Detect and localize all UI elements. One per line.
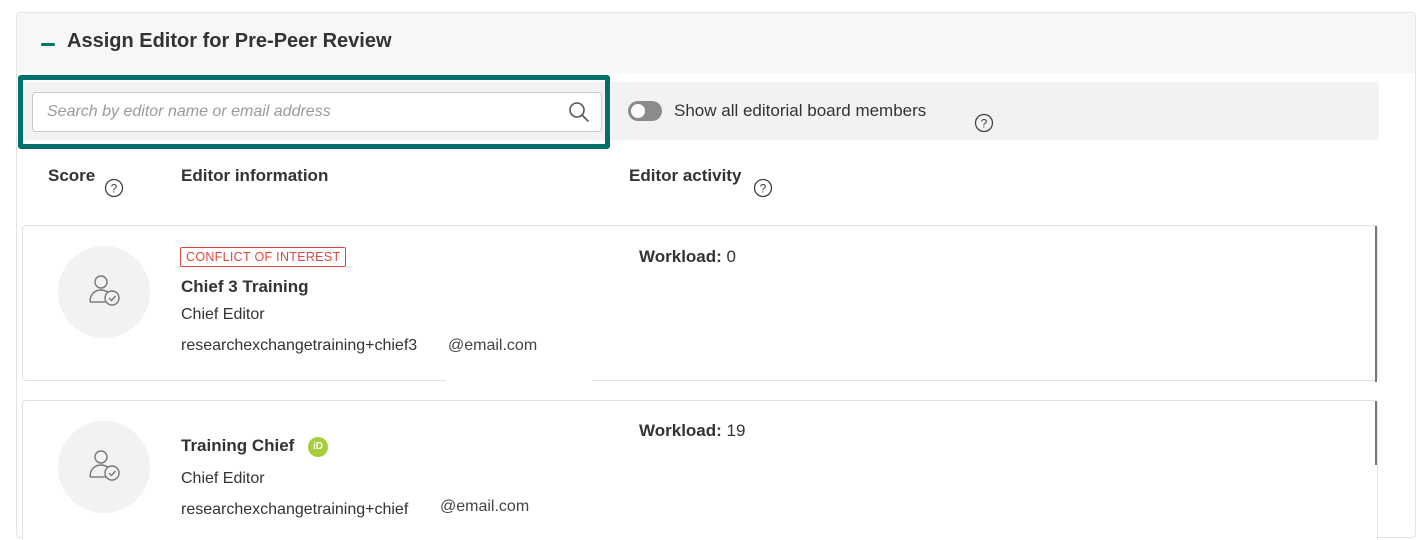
workload-label: Workload: xyxy=(639,421,722,440)
panel-title: Assign Editor for Pre-Peer Review xyxy=(67,30,392,52)
user-check-icon xyxy=(89,275,120,306)
workload: Workload: 19 xyxy=(639,421,745,441)
editor-role: Chief Editor xyxy=(181,470,265,487)
workload-value: 19 xyxy=(726,421,746,440)
editor-name[interactable]: Chief 3 Training xyxy=(181,277,309,297)
conflict-of-interest-badge: CONFLICT OF INTEREST xyxy=(180,247,347,267)
scrollbar[interactable] xyxy=(1375,401,1377,465)
column-header-editor-activity: Editor activity xyxy=(629,166,742,185)
svg-text:?: ? xyxy=(760,181,767,195)
editor-role: Chief Editor xyxy=(181,306,265,323)
editor-email: researchexchangetraining+chief3 xyxy=(181,337,418,354)
minus-icon[interactable] xyxy=(41,43,55,46)
search-icon[interactable] xyxy=(567,100,591,124)
column-header-editor-information: Editor information xyxy=(181,166,329,185)
scrollbar[interactable] xyxy=(1375,226,1377,382)
email-domain: @email.com xyxy=(438,498,532,516)
workload: Workload: 0 xyxy=(639,247,736,267)
orcid-icon[interactable]: iD xyxy=(308,437,328,457)
avatar xyxy=(58,421,150,513)
email-domain: @email.com xyxy=(446,337,540,355)
editor-name[interactable]: Training Chief xyxy=(181,436,294,456)
svg-text:?: ? xyxy=(111,181,118,195)
editor-activity-help-icon[interactable]: ? xyxy=(753,178,773,198)
score-help-icon[interactable]: ? xyxy=(104,178,124,198)
help-icon[interactable]: ? xyxy=(974,113,994,133)
show-all-members-toggle[interactable] xyxy=(628,101,662,121)
workload-value: 0 xyxy=(726,247,737,266)
editor-email: researchexchangetraining+chief xyxy=(181,501,409,518)
svg-text:?: ? xyxy=(981,116,988,130)
panel-header[interactable]: Assign Editor for Pre-Peer Review xyxy=(17,13,1415,73)
workload-label: Workload: xyxy=(639,247,722,266)
avatar xyxy=(58,246,150,338)
column-header-score: Score xyxy=(48,166,96,185)
toggle-label: Show all editorial board members xyxy=(674,101,927,120)
search-input[interactable] xyxy=(32,92,602,132)
toggle-knob xyxy=(631,104,645,118)
user-check-icon xyxy=(89,450,120,481)
